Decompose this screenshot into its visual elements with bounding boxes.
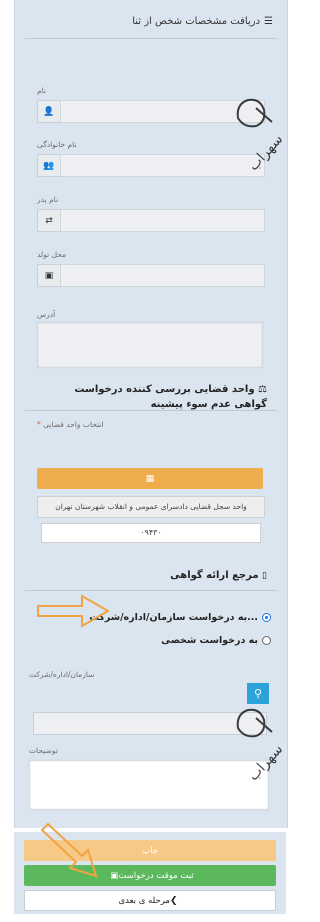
address-label: آدرس: [37, 310, 56, 319]
id-card-icon: ▣: [38, 265, 61, 286]
next-step-button[interactable]: مرحله ی بعدی ❮: [24, 890, 276, 911]
list-icon: ☰: [264, 15, 273, 27]
radio-organization[interactable]: به درخواست سازمان/اداره/شرکت...: [89, 612, 271, 623]
radio-button[interactable]: [262, 613, 271, 622]
last-name-label: نام خانوادگی: [37, 140, 77, 149]
svg-text:سهراب: سهراب: [246, 131, 287, 174]
radio-button[interactable]: [262, 636, 271, 645]
watermark-logo: سهراب: [218, 90, 300, 180]
judicial-select-label: انتخاب واحد قضایی *: [37, 420, 104, 429]
judicial-unit-title: ⚖ واحد قضایی بررسی کننده درخواست گواهی ع…: [74, 384, 267, 410]
notes-label: توضیحات: [29, 746, 58, 755]
birth-place-field[interactable]: ▣: [37, 264, 265, 287]
birth-place-label: محل تولد: [37, 250, 67, 259]
floppy-icon: ▣: [110, 870, 119, 881]
watermark-logo: سهراب: [218, 700, 300, 790]
arrow-icon: [37, 594, 111, 628]
form-title: دریافت مشخصات شخص از ثنا: [132, 15, 261, 27]
father-name-field[interactable]: ⇄: [37, 209, 265, 232]
org-label: سازمان/اداره/شرکت: [29, 670, 95, 679]
birth-place-input[interactable]: [61, 265, 264, 286]
reference-title: ▯ مرجع ارائه گواهی: [170, 570, 267, 581]
radio-personal[interactable]: به درخواست شخصی: [161, 635, 271, 646]
father-name-label: نام پدر: [37, 195, 59, 204]
users-icon: 👥: [38, 155, 61, 176]
user-icon: 👤: [38, 101, 61, 122]
svg-text:سهراب: سهراب: [246, 741, 287, 784]
address-field[interactable]: [37, 322, 263, 368]
chevron-left-icon: ❮: [169, 895, 178, 906]
arrow-icon: [40, 822, 98, 878]
mobile-icon: ▯: [262, 571, 267, 581]
first-name-label: نام: [37, 86, 47, 95]
exchange-icon: ⇄: [38, 210, 61, 231]
search-icon: ⚲: [253, 687, 263, 700]
divider: [25, 38, 277, 39]
judicial-unit-code: ۰۹۴۳۰: [41, 523, 261, 543]
father-name-input[interactable]: [61, 210, 264, 231]
form-header: ☰ دریافت مشخصات شخص از ثنا: [132, 12, 273, 30]
divider: [25, 590, 277, 591]
judicial-select-button[interactable]: ▦: [37, 468, 263, 489]
list-icon: ▦: [145, 473, 155, 484]
judicial-unit-name: واحد سجل قضایی دادسرای عمومی و انقلاب شه…: [37, 496, 265, 518]
divider: [25, 410, 277, 411]
scale-icon: ⚖: [258, 384, 267, 395]
